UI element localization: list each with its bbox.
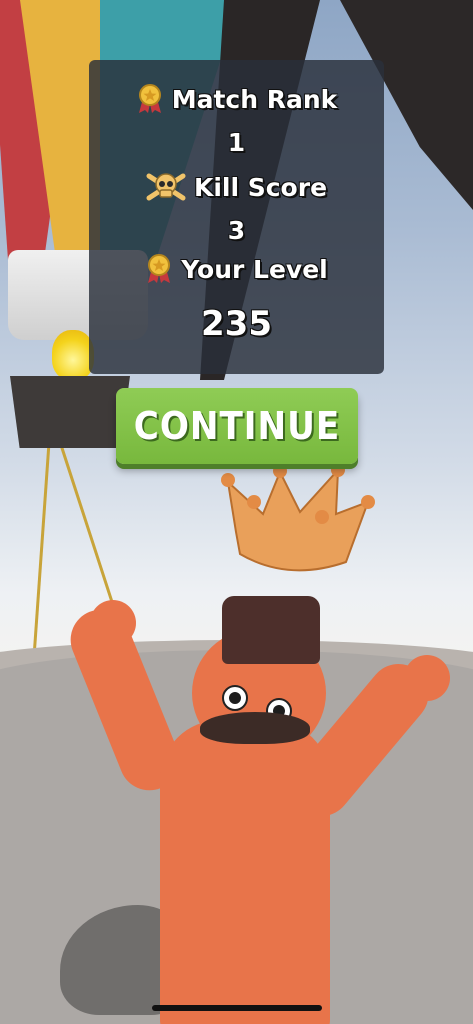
your-level-value: 235 xyxy=(201,304,272,344)
home-indicator[interactable] xyxy=(152,1005,322,1011)
medal-icon xyxy=(138,84,161,113)
character-hand xyxy=(90,600,136,646)
balloon-basket xyxy=(10,376,130,448)
fez-hat xyxy=(222,596,320,664)
kill-score-row: Kill Score xyxy=(89,172,384,208)
your-level-label: Your Level xyxy=(181,254,328,284)
match-rank-row: Match Rank xyxy=(89,84,384,120)
kill-score-value: 3 xyxy=(227,216,246,245)
match-rank-label: Match Rank xyxy=(171,84,338,114)
kill-score-label: Kill Score xyxy=(193,172,328,202)
character-torso xyxy=(160,720,330,1024)
medal-icon xyxy=(148,254,171,283)
continue-button[interactable]: CONTINUE xyxy=(116,388,358,464)
skull-crossbones-icon xyxy=(146,173,186,201)
flame-icon xyxy=(52,330,94,380)
character-hand xyxy=(404,655,450,701)
continue-button-label: CONTINUE xyxy=(133,404,341,448)
results-panel: Match Rank 1 Kill Score 3 Your Level 235 xyxy=(89,60,384,374)
character-mustache xyxy=(200,712,310,744)
crown-icon xyxy=(221,463,375,572)
your-level-row: Your Level xyxy=(89,254,384,290)
match-rank-value: 1 xyxy=(227,128,246,157)
character-eye-left xyxy=(222,685,248,711)
